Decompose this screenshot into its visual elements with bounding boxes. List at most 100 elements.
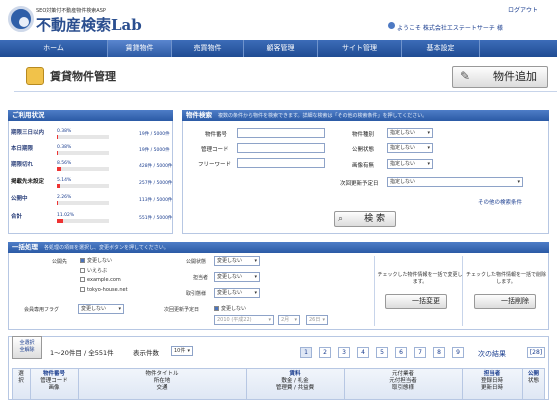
result-range: 1〜20件目 / 全551件: [50, 349, 114, 357]
delete-note: チェックした物件情報を一括で削除します。: [464, 272, 548, 286]
column-header: 公開 状態: [522, 371, 545, 385]
usage-label[interactable]: 期限切れ: [11, 160, 33, 168]
checkbox[interactable]: [80, 258, 85, 263]
usage-bar: [57, 167, 109, 171]
search-heading-label: 物件検索: [186, 111, 212, 119]
bulk-update-nochange[interactable]: 変更しない: [214, 305, 246, 312]
title-divider: [14, 91, 557, 92]
page-link[interactable]: 7: [414, 347, 426, 358]
property-no-label: 物件番号: [205, 132, 228, 138]
perpage-select[interactable]: 10件: [171, 346, 193, 356]
page-link[interactable]: 5: [376, 347, 388, 358]
bulk-year-select[interactable]: 2010 (平成22): [214, 315, 274, 325]
usage-count: 19件 / 5000件: [139, 131, 170, 137]
usage-count-link[interactable]: 551件: [139, 216, 152, 221]
type-label: 物件種別: [352, 132, 375, 138]
usage-total: / 5000件: [153, 181, 173, 186]
usage-row: 合計 11.02% 551件 / 5000件: [11, 212, 172, 226]
checkbox[interactable]: [80, 268, 85, 273]
column-divider: [246, 368, 247, 400]
usage-total: / 5000件: [150, 148, 170, 153]
next-results-link[interactable]: 次の結果: [478, 349, 506, 359]
column-header-line: 担当者: [483, 371, 501, 377]
page-link[interactable]: 8: [433, 347, 445, 358]
usage-count-link[interactable]: 257件: [139, 181, 152, 186]
nav-home[interactable]: ホーム: [0, 40, 108, 57]
public-target-label: 公開先: [52, 259, 68, 265]
bulk-person-select[interactable]: 変更しない: [214, 272, 260, 282]
column-header-line: 物件タイトル: [145, 371, 179, 377]
column-header-line: 元付業者: [391, 371, 414, 377]
public-target-example[interactable]: example.com: [80, 277, 121, 283]
column-header-line: 物件番号: [42, 371, 65, 377]
bulk-public-state-select[interactable]: 変更しない: [214, 256, 260, 266]
bulk-note: 各処理の項目を選択し、変更ボタンを押してください。: [44, 245, 169, 251]
usage-count-link[interactable]: 428件: [139, 164, 152, 169]
column-header: 元付業者 元付担当者 取引態様: [344, 371, 462, 392]
page-link[interactable]: 6: [395, 347, 407, 358]
usage-label[interactable]: 本日期限: [11, 144, 33, 152]
image-select[interactable]: 指定しない: [387, 159, 433, 169]
page-link[interactable]: 2: [319, 347, 331, 358]
manage-code-input[interactable]: [237, 143, 325, 153]
usage-bar: [57, 135, 109, 139]
usage-label[interactable]: 合計: [11, 212, 22, 220]
bulk-change-button[interactable]: 一括変更: [385, 294, 447, 309]
bulk-trade-select[interactable]: 変更しない: [214, 288, 260, 298]
nav-rental[interactable]: 賃貸物件: [108, 40, 172, 57]
usage-bar-fill: [57, 184, 60, 188]
usage-label: 掲載先未設定: [11, 179, 45, 185]
usage-percent: 11.02%: [57, 213, 75, 218]
usage-count-link[interactable]: 113件: [139, 198, 152, 203]
type-select[interactable]: 指定しない: [387, 128, 433, 138]
column-header-line: 更新日時: [480, 385, 503, 391]
update-date-select[interactable]: 指定しない: [387, 177, 523, 187]
option-label: いえらぶ: [87, 268, 108, 274]
bulk-day-select[interactable]: 26日: [306, 315, 328, 325]
usage-count-link[interactable]: 19件: [139, 132, 149, 137]
page-link[interactable]: 1: [300, 347, 312, 358]
bulk-month-select[interactable]: 2月: [278, 315, 300, 325]
bulk-update-label: 次回更新予定日: [164, 307, 200, 313]
checkbox[interactable]: [214, 306, 219, 311]
nav-settings[interactable]: 基本設定: [402, 40, 480, 57]
usage-label[interactable]: 期限三日以内: [11, 128, 44, 136]
checkbox[interactable]: [80, 277, 85, 282]
change-note: チェックした物件情報を一括で変更します。: [376, 272, 464, 286]
logout-link[interactable]: ログアウト: [508, 5, 538, 14]
column-header-line: 管理費 / 共益費: [275, 385, 315, 391]
bulk-delete-button[interactable]: 一括削除: [474, 294, 536, 309]
last-page-link[interactable]: [28]: [527, 347, 545, 358]
usage-count-link[interactable]: 19件: [139, 148, 149, 153]
public-state-select[interactable]: 指定しない: [387, 143, 433, 153]
column-divider: [462, 368, 463, 400]
perpage-label: 表示件数: [133, 349, 159, 357]
page-link[interactable]: 9: [452, 347, 464, 358]
search-heading: 物件検索 複数の条件から物件を検索できます。詳細な検索は「その他の検索条件」を押し…: [182, 110, 549, 121]
column-header-line: 登録日時: [480, 378, 503, 384]
search-button[interactable]: 検 索: [334, 211, 396, 227]
option-label: tokyo-house.net: [87, 287, 128, 293]
usage-bar: [57, 184, 109, 188]
nav-customers[interactable]: 顧客管理: [244, 40, 318, 57]
member-flag-select[interactable]: 変更しない: [78, 304, 124, 314]
pencil-icon: ✎: [460, 69, 471, 83]
column-header-line: 管理コード: [40, 378, 68, 384]
public-target-nochange[interactable]: 変更しない: [80, 257, 112, 264]
free-word-input[interactable]: [237, 158, 325, 168]
nav-site[interactable]: サイト管理: [318, 40, 402, 57]
select-all-button[interactable]: 全選択 全解除: [12, 336, 42, 359]
usage-row: 本日期限 0.38% 19件 / 5000件: [11, 144, 171, 158]
page-link[interactable]: 3: [338, 347, 350, 358]
column-header: 物件タイトル 所在地 交通: [78, 371, 246, 392]
usage-bar-fill: [57, 201, 59, 205]
property-no-input[interactable]: [237, 128, 325, 138]
nav-sale[interactable]: 売買物件: [172, 40, 244, 57]
page-link[interactable]: 4: [357, 347, 369, 358]
public-target-tokyo[interactable]: tokyo-house.net: [80, 287, 128, 293]
bulk-heading-label: 一括処理: [12, 243, 38, 251]
other-conditions-link[interactable]: その他の検索条件: [478, 198, 522, 206]
public-target-ierabu[interactable]: いえらぶ: [80, 267, 107, 274]
checkbox[interactable]: [80, 287, 85, 292]
usage-label[interactable]: 公開中: [11, 194, 28, 202]
